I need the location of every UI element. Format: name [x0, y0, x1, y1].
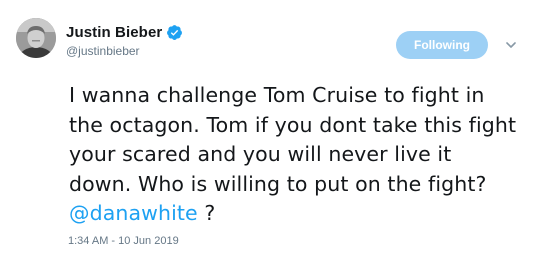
author-handle[interactable]: @justinbieber: [66, 44, 140, 58]
avatar-photo: [16, 18, 56, 58]
mention-link[interactable]: @danawhite: [69, 201, 198, 225]
tweet-text-end: ?: [197, 201, 216, 225]
following-button[interactable]: Following: [396, 31, 488, 59]
tweet-timestamp[interactable]: 1:34 AM - 10 Jun 2019: [68, 235, 179, 247]
author-name-row[interactable]: Justin Bieber: [66, 22, 183, 42]
tweet-text-body: I wanna challenge Tom Cruise to fight in…: [69, 83, 517, 196]
author-display-name[interactable]: Justin Bieber: [66, 24, 162, 41]
avatar[interactable]: [16, 18, 56, 58]
tweet-card: Justin Bieber @justinbieber Following I …: [0, 0, 540, 258]
chevron-down-icon[interactable]: [505, 38, 517, 50]
verified-badge-icon: [166, 24, 183, 41]
tweet-text: I wanna challenge Tom Cruise to fight in…: [69, 81, 519, 229]
